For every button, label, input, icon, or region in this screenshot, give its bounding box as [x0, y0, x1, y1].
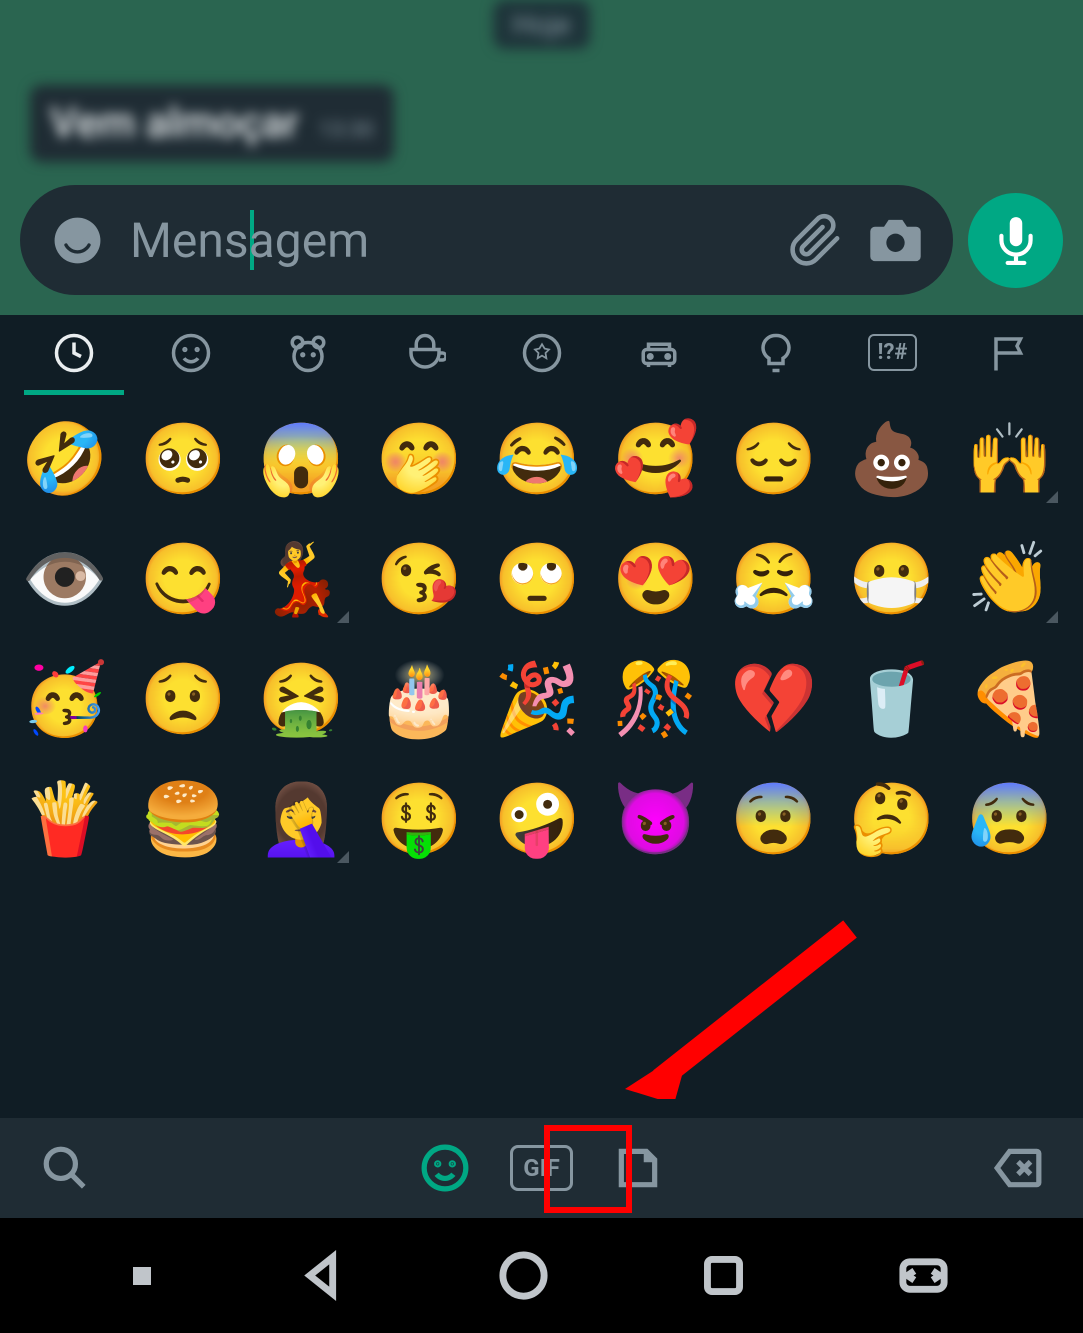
emoji-mask[interactable]: 😷	[842, 535, 942, 625]
search-icon[interactable]	[40, 1143, 90, 1193]
emoji-eye[interactable]: 👁️	[15, 535, 115, 625]
nav-switch-icon[interactable]	[896, 1248, 951, 1303]
emoji-anxious-sweat[interactable]: 😰	[960, 775, 1060, 865]
emoji-money-mouth[interactable]: 🤑	[369, 775, 469, 865]
emoji-thinking[interactable]: 🤔	[842, 775, 942, 865]
nav-home-icon[interactable]	[496, 1248, 551, 1303]
gif-tab[interactable]: GIF	[510, 1145, 573, 1191]
category-animals[interactable]	[258, 315, 358, 395]
emoji-screaming[interactable]: 😱	[251, 415, 351, 505]
emoji-blowing-kiss[interactable]: 😘	[369, 535, 469, 625]
category-smileys[interactable]	[141, 315, 241, 395]
message-input[interactable]	[130, 212, 739, 269]
emoji-savoring[interactable]: 😋	[133, 535, 233, 625]
nav-recent-icon[interactable]	[696, 1248, 751, 1303]
symbols-label: !?#	[868, 334, 918, 371]
backspace-icon[interactable]	[993, 1143, 1043, 1193]
input-row	[20, 185, 1063, 295]
mic-button[interactable]	[968, 193, 1063, 288]
android-nav-bar	[0, 1218, 1083, 1333]
incoming-message[interactable]: Vem almoçar 13:30	[30, 85, 394, 162]
emoji-party-face[interactable]: 🥳	[15, 655, 115, 745]
emoji-rofl[interactable]: 🤣	[15, 415, 115, 505]
emoji-cup[interactable]: 🥤	[842, 655, 942, 745]
emoji-tears-of-joy[interactable]: 😂	[487, 415, 587, 505]
sticker-tab-icon[interactable]	[613, 1143, 663, 1193]
camera-icon[interactable]	[868, 213, 923, 268]
emoji-rolling-eyes[interactable]: 🙄	[487, 535, 587, 625]
category-objects[interactable]	[726, 315, 826, 395]
nav-menu-icon[interactable]	[133, 1267, 151, 1285]
emoji-confetti[interactable]: 🎊	[606, 655, 706, 745]
emoji-fries[interactable]: 🍟	[15, 775, 115, 865]
message-input-container	[20, 185, 953, 295]
emoji-zany[interactable]: 🤪	[487, 775, 587, 865]
attach-icon[interactable]	[788, 213, 843, 268]
emoji-pizza[interactable]: 🍕	[960, 655, 1060, 745]
emoji-poop[interactable]: 💩	[842, 415, 942, 505]
message-text: Vem almoçar	[50, 99, 299, 148]
emoji-dancer[interactable]: 💃	[251, 535, 351, 625]
category-travel[interactable]	[609, 315, 709, 395]
emoji-party-popper[interactable]: 🎉	[487, 655, 587, 745]
category-flags[interactable]	[960, 315, 1060, 395]
emoji-fearful[interactable]: 😨	[724, 775, 824, 865]
emoji-grid: 🤣 🥺 😱 🤭 😂 🥰 😔 💩 🙌 👁️ 😋 💃 😘 🙄 😍 😤 😷 👏 🥳 😟…	[0, 395, 1083, 885]
emoji-raising-hands[interactable]: 🙌	[960, 415, 1060, 505]
emoji-smiling-devil[interactable]: 😈	[606, 775, 706, 865]
category-activity[interactable]	[492, 315, 592, 395]
mic-icon	[991, 215, 1041, 265]
emoji-smiling-hearts[interactable]: 🥰	[606, 415, 706, 505]
emoji-cake[interactable]: 🎂	[369, 655, 469, 745]
message-time: 13:30	[319, 118, 374, 143]
emoji-pleading-face[interactable]: 🥺	[133, 415, 233, 505]
emoji-steam[interactable]: 😤	[724, 535, 824, 625]
nav-back-icon[interactable]	[296, 1248, 351, 1303]
emoji-tab-icon[interactable]	[420, 1143, 470, 1193]
emoji-pensive[interactable]: 😔	[724, 415, 824, 505]
emoji-category-tabs: !?#	[0, 315, 1083, 395]
emoji-bottom-bar: GIF	[0, 1118, 1083, 1218]
emoji-hand-over-mouth[interactable]: 🤭	[369, 415, 469, 505]
date-pill: Hoje	[493, 0, 591, 49]
emoji-panel: !?# 🤣 🥺 😱 🤭 😂 🥰 😔 💩 🙌 👁️ 😋 💃 😘 🙄 😍 😤 😷 👏…	[0, 315, 1083, 1118]
category-food[interactable]	[375, 315, 475, 395]
category-symbols[interactable]: !?#	[843, 315, 943, 395]
emoji-clapping[interactable]: 👏	[960, 535, 1060, 625]
emoji-hamburger[interactable]: 🍔	[133, 775, 233, 865]
emoji-facepalm[interactable]: 🤦‍♀️	[251, 775, 351, 865]
emoji-worried[interactable]: 😟	[133, 655, 233, 745]
emoji-toggle-icon[interactable]	[50, 213, 105, 268]
emoji-heart-eyes[interactable]: 😍	[606, 535, 706, 625]
emoji-vomit[interactable]: 🤮	[251, 655, 351, 745]
category-recent[interactable]	[24, 315, 124, 395]
emoji-broken-heart[interactable]: 💔	[724, 655, 824, 745]
